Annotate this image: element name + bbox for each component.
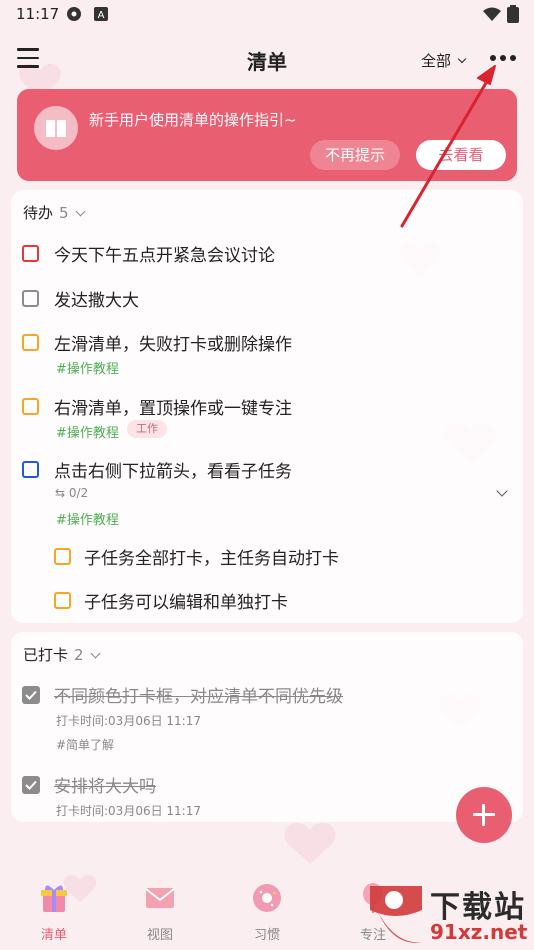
subtask-count-value: 0/2 <box>68 486 89 500</box>
subtask-row[interactable]: 子任务可以编辑和单独打卡 <box>11 582 523 626</box>
nav-item-list[interactable]: 清单 <box>14 882 94 943</box>
chevron-down-icon <box>75 206 86 217</box>
subtask-count: ⇆ 0/2 <box>55 486 88 500</box>
task-row[interactable]: 发达撒大大 <box>11 280 523 324</box>
task-checkbox[interactable] <box>22 334 39 351</box>
checked-checkbox[interactable] <box>22 686 40 704</box>
subtask-row[interactable]: 子任务全部打卡，主任务自动打卡 <box>11 538 523 582</box>
task-checkbox[interactable] <box>22 290 39 307</box>
view-guide-button[interactable]: 去看看 <box>416 140 506 170</box>
done-section-count: 2 <box>74 646 84 664</box>
gift-icon <box>41 885 67 912</box>
done-task-tag[interactable]: #简单了解 <box>56 736 114 753</box>
task-tag[interactable]: #操作教程 <box>56 509 119 528</box>
nav-label: 视图 <box>146 928 173 943</box>
expand-subtasks-icon[interactable] <box>496 485 508 497</box>
subtask-title: 子任务可以编辑和单独打卡 <box>84 593 288 613</box>
book-icon <box>34 106 78 150</box>
watermark: 下载站 91xz.net <box>360 880 534 950</box>
task-title: 点击右侧下拉箭头，看看子任务 <box>54 462 292 482</box>
task-checkbox[interactable] <box>22 245 39 262</box>
subtask-checkbox[interactable] <box>54 548 71 565</box>
checked-checkbox[interactable] <box>22 776 40 794</box>
todo-section-title: 待办 <box>23 204 54 222</box>
watermark-url: 91xz.net <box>430 920 528 944</box>
done-task-title: 不同颜色打卡框，对应清单不同优先级 <box>54 687 343 707</box>
filter-dropdown[interactable]: 全部 <box>421 50 467 71</box>
subtask-icon: ⇆ <box>55 486 66 500</box>
task-title: 今天下午五点开紧急会议讨论 <box>54 246 275 266</box>
task-title: 发达撒大大 <box>54 291 139 311</box>
task-title: 左滑清单，失败打卡或删除操作 <box>54 335 292 355</box>
task-row[interactable]: 左滑清单，失败打卡或删除操作 #操作教程 <box>11 324 523 384</box>
nav-label: 习惯 <box>253 928 280 943</box>
wifi-icon <box>483 7 501 21</box>
watermark-logo <box>370 886 424 943</box>
done-task-time: 打卡时间:03月06日 11:17 <box>56 804 201 818</box>
a-notification-icon: A <box>94 7 108 21</box>
app-header: 清单 全部 <box>0 40 534 80</box>
task-category-pill[interactable]: 工作 <box>127 420 167 438</box>
todo-section-header[interactable]: 待办 5 <box>23 202 86 223</box>
guide-banner: 新手用户使用清单的操作指引~ 不再提示 去看看 <box>17 89 517 181</box>
task-row[interactable]: 点击右侧下拉箭头，看看子任务 ⇆ 0/2 #操作教程 <box>11 451 523 535</box>
svg-text:A: A <box>98 10 105 21</box>
status-time: 11:17 <box>16 5 60 23</box>
task-tag[interactable]: #操作教程 <box>56 422 119 441</box>
dismiss-button[interactable]: 不再提示 <box>310 140 400 170</box>
done-section: 已打卡 2 不同颜色打卡框，对应清单不同优先级 打卡时间:03月06日 11:17… <box>11 632 523 822</box>
done-task-row[interactable]: 安排将大大吗 打卡时间:03月06日 11:17 <box>11 772 523 818</box>
todo-section: 待办 5 今天下午五点开紧急会议讨论 发达撒大大 左滑清单，失败打卡或删除操作 #… <box>11 190 523 623</box>
chevron-down-icon <box>457 54 467 64</box>
nav-label: 清单 <box>40 928 67 943</box>
done-task-title: 安排将大大吗 <box>54 777 156 797</box>
task-checkbox[interactable] <box>22 461 39 478</box>
donut-icon <box>253 884 281 912</box>
app-notification-icon <box>67 7 81 21</box>
done-task-time: 打卡时间:03月06日 11:17 <box>56 714 201 728</box>
subtask-checkbox[interactable] <box>54 592 71 609</box>
banner-text: 新手用户使用清单的操作指引~ <box>89 111 297 129</box>
envelope-icon <box>145 888 175 908</box>
battery-icon <box>507 5 519 23</box>
task-tag[interactable]: #操作教程 <box>56 358 119 377</box>
done-section-title: 已打卡 <box>23 646 69 664</box>
task-title: 右滑清单，置顶操作或一键专注 <box>54 399 292 419</box>
done-section-header[interactable]: 已打卡 2 <box>23 644 101 665</box>
subtask-title: 子任务全部打卡，主任务自动打卡 <box>84 549 339 569</box>
task-row[interactable]: 右滑清单，置顶操作或一键专注 #操作教程 工作 <box>11 388 523 448</box>
filter-label: 全部 <box>421 52 452 70</box>
chevron-down-icon <box>90 648 101 659</box>
status-bar: 11:17 A <box>0 0 534 30</box>
nav-item-view[interactable]: 视图 <box>120 882 200 943</box>
add-task-button[interactable] <box>456 787 512 843</box>
todo-section-count: 5 <box>59 204 69 222</box>
nav-item-habit[interactable]: 习惯 <box>227 882 307 943</box>
more-options-icon[interactable] <box>488 48 518 68</box>
task-row[interactable]: 今天下午五点开紧急会议讨论 <box>11 235 523 279</box>
done-task-row[interactable]: 不同颜色打卡框，对应清单不同优先级 打卡时间:03月06日 11:17 #简单了… <box>11 682 523 760</box>
task-checkbox[interactable] <box>22 398 39 415</box>
